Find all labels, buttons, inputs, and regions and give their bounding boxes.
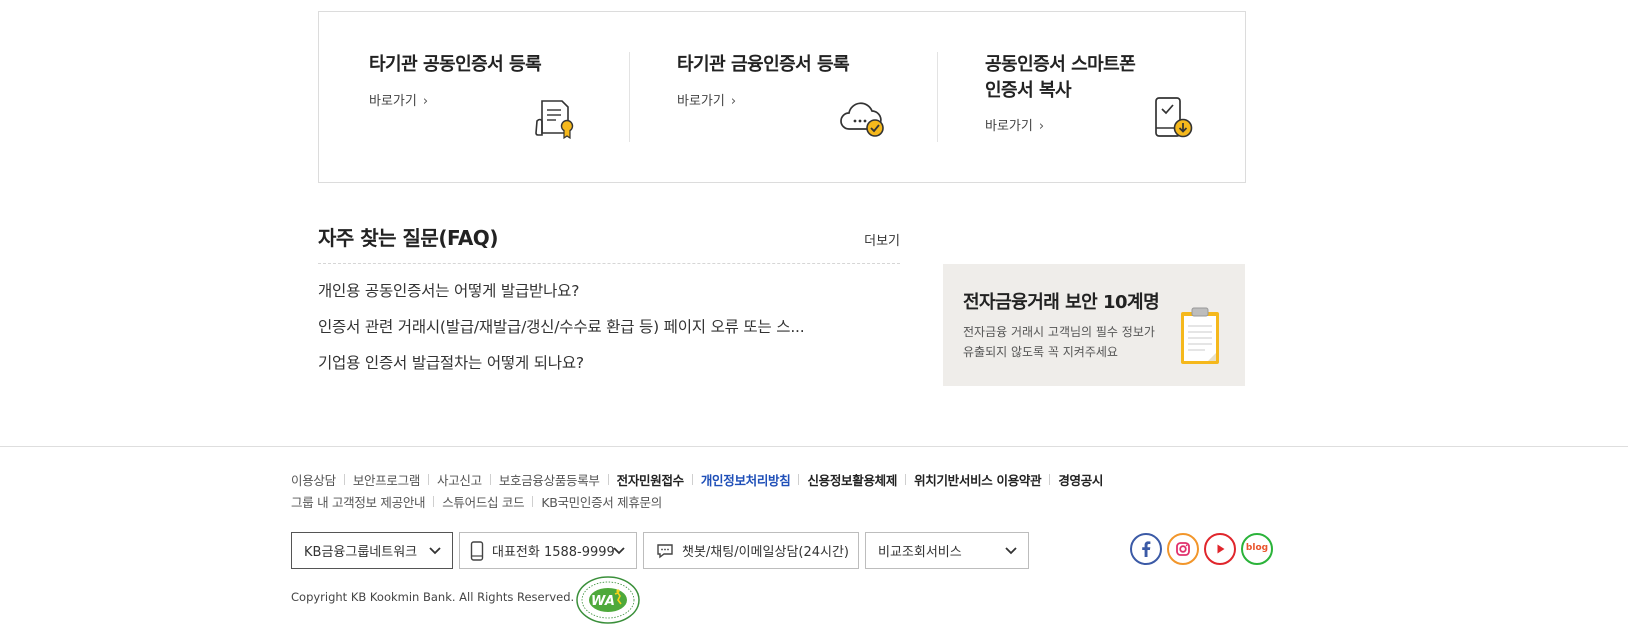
svg-text:WA: WA bbox=[591, 594, 615, 609]
faq-item[interactable]: 개인용 공동인증서는 어떻게 발급받나요? bbox=[318, 278, 900, 314]
select-value: 챗봇/채팅/이메일상담(24시간) bbox=[682, 545, 850, 560]
group-network-select[interactable]: KB금융그룹네트워크 bbox=[291, 532, 453, 569]
footer-link-security-program[interactable]: 보안프로그램 bbox=[353, 470, 421, 489]
footer-link-management-disclosure[interactable]: 경영공시 bbox=[1058, 470, 1103, 489]
footer-link-protected-products[interactable]: 보호금융상품등록부 bbox=[499, 470, 600, 489]
faq-more-link[interactable]: 더보기 bbox=[864, 230, 900, 249]
faq-item[interactable]: 기업용 인증서 발급절차는 어떻게 되나요? bbox=[318, 350, 900, 386]
certificate-cards: 타기관 공동인증서 등록 바로가기 › 타기관 금융인증서 등록 바로가기 › 공동… bbox=[318, 11, 1246, 183]
link-separator bbox=[428, 473, 430, 485]
card-other-finance-cert[interactable]: 타기관 금융인증서 등록 바로가기 › bbox=[627, 12, 935, 182]
certificate-document-icon bbox=[535, 100, 574, 139]
phone-download-icon bbox=[1155, 97, 1193, 138]
faq-header: 자주 찾는 질문(FAQ) 더보기 bbox=[318, 220, 900, 264]
facebook-icon[interactable] bbox=[1130, 533, 1162, 565]
youtube-icon[interactable] bbox=[1204, 533, 1236, 565]
cloud-check-icon bbox=[840, 102, 884, 137]
card-other-joint-cert[interactable]: 타기관 공동인증서 등록 바로가기 › bbox=[319, 12, 627, 182]
chevron-right-icon: › bbox=[730, 94, 737, 109]
phone-select[interactable]: 대표전화 1588-9999 bbox=[459, 532, 637, 569]
link-separator bbox=[691, 473, 693, 485]
card-go-link[interactable]: 바로가기 › bbox=[369, 90, 428, 109]
compare-service-select[interactable]: 비교조회서비스 bbox=[865, 532, 1029, 569]
link-separator bbox=[905, 473, 907, 485]
faq-title: 자주 찾는 질문(FAQ) bbox=[318, 226, 498, 250]
footer-link-privacy-policy[interactable]: 개인정보처리방침 bbox=[701, 470, 791, 489]
security-banner[interactable]: 전자금융거래 보안 10계명 전자금융 거래시 고객님의 필수 정보가 유출되지 … bbox=[943, 264, 1245, 386]
chevron-right-icon: › bbox=[422, 94, 429, 109]
clipboard-icon bbox=[1181, 307, 1219, 364]
link-separator bbox=[532, 495, 534, 507]
card-title: 타기관 공동인증서 등록 bbox=[369, 54, 542, 75]
chevron-down-icon bbox=[429, 547, 441, 555]
footer-link-row: 그룹 내 고객정보 제공안내 스튜어드십 코드 KB국민인증서 제휴문의 bbox=[291, 490, 1251, 512]
banner-title: 전자금융거래 보안 10계명 bbox=[963, 292, 1160, 313]
link-separator bbox=[798, 473, 800, 485]
footer-link-group-info[interactable]: 그룹 내 고객정보 제공안내 bbox=[291, 492, 426, 511]
card-go-link[interactable]: 바로가기 › bbox=[677, 90, 736, 109]
select-value: 비교조회서비스 bbox=[878, 545, 962, 560]
link-separator bbox=[607, 473, 609, 485]
footer-link-incident-report[interactable]: 사고신고 bbox=[437, 470, 482, 489]
footer-link-complaint[interactable]: 전자민원접수 bbox=[617, 470, 685, 489]
faq-section: 자주 찾는 질문(FAQ) 더보기 개인용 공동인증서는 어떻게 발급받나요? … bbox=[318, 220, 900, 386]
link-separator bbox=[343, 473, 345, 485]
footer-links: 이용상담 보안프로그램 사고신고 보호금융상품등록부 전자민원접수 개인정보처리… bbox=[291, 468, 1251, 512]
footer-link-kb-cert-partnership[interactable]: KB국민인증서 제휴문의 bbox=[541, 492, 662, 511]
chevron-down-icon bbox=[1005, 547, 1017, 555]
link-separator bbox=[1049, 473, 1051, 485]
link-separator bbox=[489, 473, 491, 485]
instagram-icon[interactable] bbox=[1167, 533, 1199, 565]
card-smartphone-cert-copy[interactable]: 공동인증서 스마트폰 인증서 복사 바로가기 › bbox=[935, 12, 1245, 182]
footer-link-consult[interactable]: 이용상담 bbox=[291, 470, 336, 489]
chevron-right-icon: › bbox=[1038, 119, 1045, 134]
card-go-link[interactable]: 바로가기 › bbox=[985, 115, 1044, 134]
chevron-down-icon bbox=[613, 547, 625, 555]
select-value: 대표전화 1588-9999 bbox=[492, 545, 615, 560]
chat-bubble-icon bbox=[656, 543, 674, 559]
link-separator bbox=[433, 495, 435, 507]
copyright-text: Copyright KB Kookmin Bank. All Rights Re… bbox=[291, 590, 575, 604]
web-accessibility-mark-icon: WA bbox=[576, 576, 640, 624]
banner-description: 전자금융 거래시 고객님의 필수 정보가 유출되지 않도록 꼭 지켜주세요 bbox=[963, 325, 1155, 359]
card-title: 타기관 금융인증서 등록 bbox=[677, 54, 850, 75]
footer-link-stewardship[interactable]: 스튜어드십 코드 bbox=[442, 492, 524, 511]
footer-link-location-terms[interactable]: 위치기반서비스 이용약관 bbox=[914, 470, 1042, 489]
faq-item[interactable]: 인증서 관련 거래시(발급/재발급/갱신/수수료 환급 등) 페이지 오류 또는… bbox=[318, 314, 900, 350]
mobile-phone-icon bbox=[470, 540, 484, 561]
select-value: KB금융그룹네트워크 bbox=[304, 545, 418, 560]
footer-link-credit-info[interactable]: 신용정보활용체제 bbox=[807, 470, 897, 489]
blog-icon[interactable]: blog bbox=[1241, 533, 1273, 565]
faq-list: 개인용 공동인증서는 어떻게 발급받나요? 인증서 관련 거래시(발급/재발급/… bbox=[318, 278, 900, 386]
footer-divider bbox=[0, 446, 1628, 447]
chat-consult-select[interactable]: 챗봇/채팅/이메일상담(24시간) bbox=[643, 532, 859, 569]
footer-link-row: 이용상담 보안프로그램 사고신고 보호금융상품등록부 전자민원접수 개인정보처리… bbox=[291, 468, 1251, 490]
